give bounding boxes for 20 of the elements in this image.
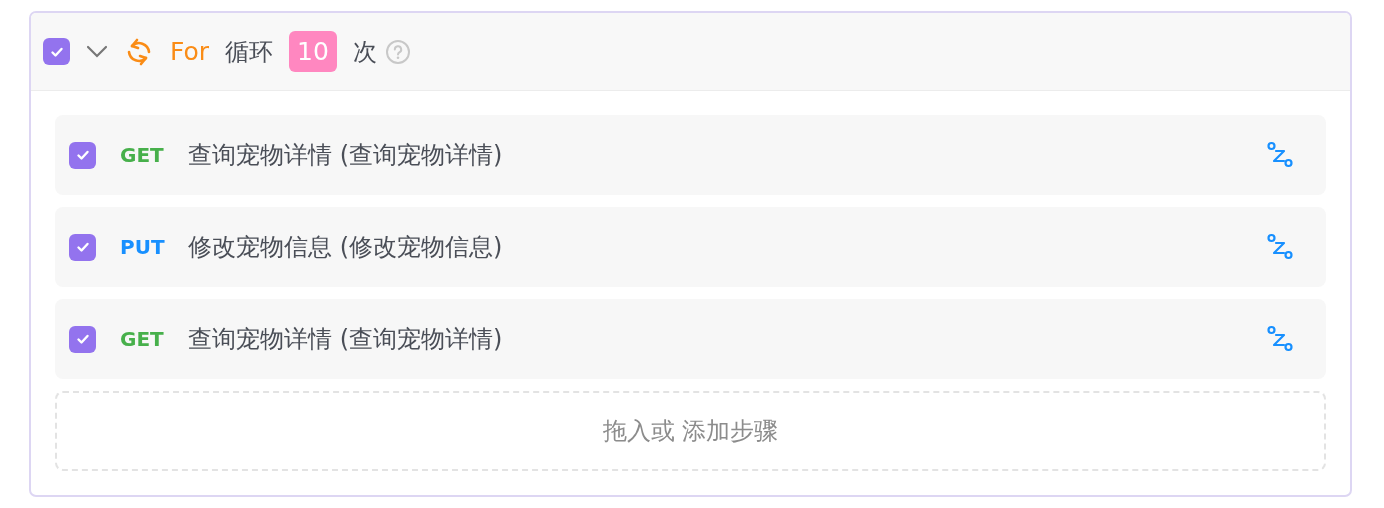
http-method: GET — [120, 142, 165, 169]
checkbox[interactable] — [69, 141, 96, 169]
route-icon[interactable] — [1266, 141, 1294, 169]
loop-unit: 次 — [352, 36, 377, 68]
http-method: GET — [120, 326, 165, 353]
checkbox[interactable] — [69, 233, 96, 261]
http-method: PUT — [120, 234, 166, 261]
checkbox[interactable] — [69, 325, 96, 353]
route-icon[interactable] — [1266, 325, 1294, 353]
step-name: 查询宠物详情 (查询宠物详情) — [188, 140, 503, 171]
loop-label: 循环 — [225, 36, 274, 68]
step-row[interactable]: GET 查询宠物详情 (查询宠物详情) — [55, 299, 1326, 379]
step-row[interactable]: GET 查询宠物详情 (查询宠物详情) — [55, 115, 1326, 195]
checkbox[interactable] — [43, 38, 70, 65]
step-row[interactable]: PUT 修改宠物信息 (修改宠物信息) — [55, 207, 1326, 287]
route-icon[interactable] — [1266, 233, 1294, 261]
step-name: 修改宠物信息 (修改宠物信息) — [188, 232, 503, 263]
loop-keyword: For — [170, 35, 210, 68]
chevron-down-icon[interactable] — [86, 44, 108, 59]
step-name: 查询宠物详情 (查询宠物详情) — [188, 324, 503, 355]
